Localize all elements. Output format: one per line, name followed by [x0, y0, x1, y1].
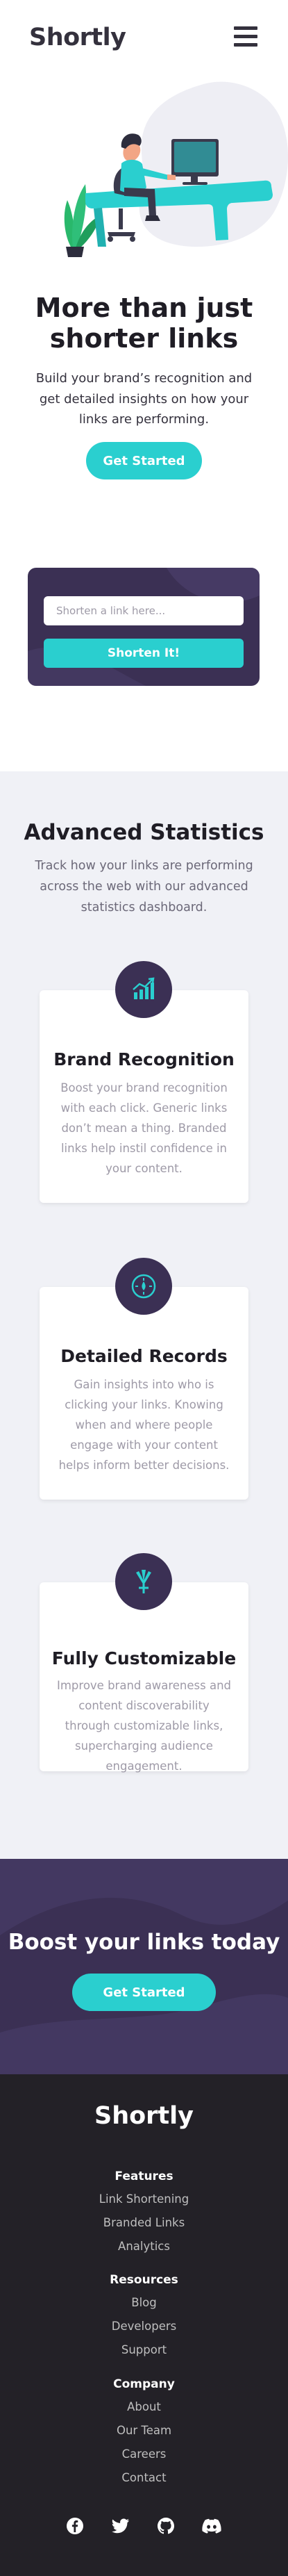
footer-link-our-team[interactable]: Our Team	[0, 2424, 288, 2437]
feature-card-brand-recognition: Brand Recognition Boost your brand recog…	[40, 961, 248, 1203]
feature-card-detailed-records: Detailed Records Gain insights into who …	[40, 1258, 248, 1500]
logo[interactable]: Shortly	[29, 24, 126, 51]
card-text: Improve brand awareness and content disc…	[56, 1679, 231, 1773]
shorten-form: Shorten a link here... Shorten It!	[28, 568, 260, 686]
hero-get-started-button[interactable]: Get Started	[86, 442, 202, 479]
boost-get-started-button[interactable]: Get Started	[72, 1974, 216, 2011]
card-title: Detailed Records	[60, 1346, 228, 1366]
footer-link-contact[interactable]: Contact	[0, 2471, 288, 2484]
feature-card-fully-customizable: Fully Customizable Improve brand awarene…	[40, 1553, 248, 1773]
site-header: Shortly	[0, 0, 288, 76]
detailed-records-icon	[115, 1258, 172, 1315]
brand-recognition-icon	[115, 961, 172, 1018]
footer-link-analytics[interactable]: Analytics	[0, 2240, 288, 2253]
footer-link-about[interactable]: About	[0, 2400, 288, 2413]
footer-link-link-shortening[interactable]: Link Shortening	[0, 2192, 288, 2206]
card-title: Brand Recognition	[53, 1049, 235, 1069]
footer-link-support[interactable]: Support	[0, 2343, 288, 2356]
github-icon[interactable]	[155, 2516, 176, 2536]
boost-section: Boost your links today Get Started	[0, 1859, 288, 2074]
person-working-at-desk-illustration	[64, 81, 288, 257]
card-text: Boost your brand recognition with each c…	[60, 1081, 228, 1175]
hero-title: More than just shorter links	[35, 293, 253, 354]
hero-description: Build your brand’s recognition and get d…	[35, 371, 253, 427]
statistics-description: Track how your links are performing acro…	[35, 859, 253, 914]
footer-logo[interactable]: Shortly	[0, 2102, 288, 2130]
shorten-link-input[interactable]: Shorten a link here...	[44, 596, 244, 625]
boost-background-pattern	[0, 1859, 288, 2074]
hero-section: More than just shorter links Build your …	[0, 76, 288, 570]
footer-heading-resources: Resources	[110, 2273, 178, 2287]
footer-heading-company: Company	[113, 2377, 175, 2391]
footer-link-developers[interactable]: Developers	[0, 2320, 288, 2333]
footer-link-branded-links[interactable]: Branded Links	[0, 2216, 288, 2229]
boost-title: Boost your links today	[8, 1930, 280, 1955]
footer-link-careers[interactable]: Careers	[0, 2447, 288, 2461]
card-text: Gain insights into who is clicking your …	[58, 1378, 230, 1472]
facebook-icon[interactable]	[65, 2516, 85, 2536]
card-title: Fully Customizable	[51, 1648, 237, 1668]
statistics-section: Advanced Statistics Track how your links…	[0, 771, 288, 1859]
site-footer: Shortly Features Link Shortening Branded…	[0, 2074, 288, 2576]
shorten-background-pattern	[28, 568, 260, 686]
hamburger-menu-icon[interactable]	[234, 26, 257, 47]
fully-customizable-icon	[115, 1553, 172, 1610]
shorten-it-button[interactable]: Shorten It!	[44, 639, 244, 668]
twitter-icon[interactable]	[110, 2516, 131, 2536]
discord-icon[interactable]	[201, 2516, 222, 2536]
footer-link-blog[interactable]: Blog	[0, 2296, 288, 2309]
footer-heading-features: Features	[115, 2169, 173, 2183]
statistics-title: Advanced Statistics	[24, 820, 264, 845]
